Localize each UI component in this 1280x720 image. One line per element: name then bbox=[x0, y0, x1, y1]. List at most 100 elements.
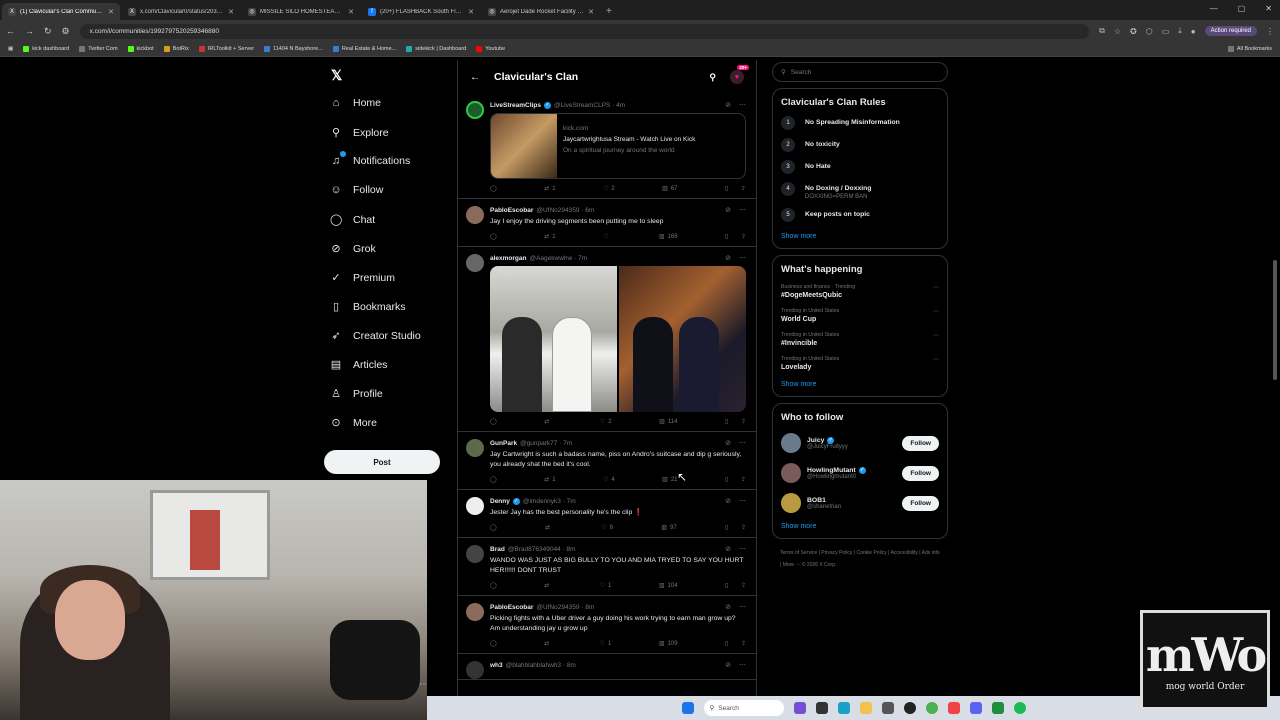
views-count[interactable]: ▥ 104 bbox=[659, 582, 678, 590]
repost-button[interactable]: ⇄ 1 bbox=[544, 476, 555, 484]
task-view-icon[interactable] bbox=[815, 702, 828, 714]
tweet-author[interactable]: alexmorgan bbox=[490, 255, 527, 262]
avatar[interactable] bbox=[781, 493, 801, 513]
reply-icon[interactable]: ◯ bbox=[490, 418, 497, 425]
link-card[interactable]: kick.com Jaycartwrightusa Stream - Watch … bbox=[490, 113, 746, 179]
share-icon[interactable]: ⇪ bbox=[741, 185, 746, 192]
repost-button[interactable]: ⇄ bbox=[545, 524, 553, 531]
close-icon[interactable]: ✕ bbox=[468, 8, 474, 16]
share-icon[interactable]: ⇪ bbox=[741, 418, 746, 425]
views-count[interactable]: ▥ 114 bbox=[659, 418, 677, 426]
rule-item[interactable]: 1 No Spreading Misinformation bbox=[781, 116, 939, 130]
repost-button[interactable]: ⇄ bbox=[544, 640, 552, 647]
nav-premium[interactable]: ✓ Premium bbox=[330, 271, 395, 285]
like-button[interactable]: ♡ 1 bbox=[600, 582, 612, 590]
grok-icon[interactable]: ⊘ bbox=[725, 101, 731, 109]
extension-icon[interactable]: ✪ bbox=[1130, 27, 1137, 36]
repost-button[interactable]: ⇄ 1 bbox=[544, 185, 555, 193]
tweet[interactable]: wh3 @blahblahblahwh3 · 8m ⊘ ⋯ bbox=[458, 654, 756, 680]
apps-icon[interactable]: ▦ bbox=[8, 46, 13, 52]
tweet-author[interactable]: wh3 bbox=[490, 662, 503, 669]
profile-icon[interactable]: ● bbox=[1191, 27, 1196, 36]
tweet-author[interactable]: PabloEscobar bbox=[490, 207, 533, 214]
back-icon[interactable]: ← bbox=[6, 26, 15, 36]
repost-button[interactable]: ⇄ bbox=[544, 582, 552, 589]
reload-icon[interactable]: ↻ bbox=[44, 26, 52, 37]
more-icon[interactable]: ⋯ bbox=[739, 497, 746, 505]
download-icon[interactable]: ⤓ bbox=[1178, 26, 1182, 36]
chrome-icon[interactable] bbox=[925, 702, 938, 714]
repost-button[interactable]: ⇄ bbox=[544, 418, 552, 425]
widgets-icon[interactable] bbox=[793, 702, 806, 714]
tweet[interactable]: alexmorgan @Aagekwwhw · 7m ⊘ ⋯ ◯ ⇄ ♡ 2 ▥ 11… bbox=[458, 247, 756, 432]
like-button[interactable]: ♡ 2 bbox=[603, 185, 615, 193]
share-icon[interactable]: ⇪ bbox=[741, 640, 746, 647]
reply-icon[interactable]: ◯ bbox=[490, 476, 497, 483]
views-count[interactable]: ▥ 21 bbox=[662, 476, 677, 484]
more-dots-icon[interactable]: ⋯ bbox=[419, 679, 427, 690]
close-icon[interactable]: ✕ bbox=[228, 8, 234, 16]
footer-links[interactable]: Terms of Service | Privacy Policy | Cook… bbox=[772, 547, 948, 571]
repost-button[interactable]: ⇄ 1 bbox=[544, 233, 555, 241]
bookmark-icon[interactable]: ▯ bbox=[725, 524, 728, 531]
rule-item[interactable]: 2 No toxicity bbox=[781, 138, 939, 152]
menu-icon[interactable]: ⋮ bbox=[1266, 27, 1274, 36]
more-icon[interactable]: ⋯ bbox=[933, 356, 939, 371]
avatar[interactable] bbox=[781, 433, 801, 453]
x-logo-icon[interactable]: 𝕏 bbox=[331, 67, 342, 84]
browser-tab[interactable]: Xx.com/Clavicular0/status/20391... ✕ bbox=[122, 3, 240, 20]
nav-articles[interactable]: ▤ Articles bbox=[330, 358, 388, 372]
share-icon[interactable]: ⇪ bbox=[741, 524, 746, 531]
more-icon[interactable]: ⋯ bbox=[933, 284, 939, 299]
nav-home[interactable]: ⌂ Home bbox=[330, 97, 381, 109]
search-icon[interactable]: ⚲ bbox=[709, 72, 716, 83]
bookmark-icon[interactable]: ▯ bbox=[725, 233, 728, 240]
browser-tab[interactable]: ◎MISSILE SILO HOMESTEAD - G...✕ bbox=[242, 3, 360, 20]
bookmark-icon[interactable]: ▯ bbox=[725, 185, 728, 192]
avatar[interactable] bbox=[466, 603, 484, 621]
rule-item[interactable]: 3 No Hate bbox=[781, 160, 939, 174]
avatar[interactable] bbox=[781, 463, 801, 483]
rule-item[interactable]: 5 Keep posts on topic bbox=[781, 208, 939, 222]
tweet-author[interactable]: PabloEscobar bbox=[490, 604, 533, 611]
avatar[interactable] bbox=[466, 254, 484, 272]
nav-creator-studio[interactable]: ➶ Creator Studio bbox=[330, 329, 420, 343]
show-more-link[interactable]: Show more bbox=[781, 523, 939, 530]
bookmark-item[interactable]: Youtube bbox=[476, 46, 505, 52]
bookmark-item[interactable]: Twitter Com bbox=[79, 46, 118, 52]
star-icon[interactable]: ☆ bbox=[1114, 27, 1121, 36]
bookmark-item[interactable]: BotRix bbox=[163, 46, 189, 52]
share-icon[interactable]: ⇪ bbox=[741, 476, 746, 483]
bookmark-icon[interactable]: ▯ bbox=[725, 640, 728, 647]
more-icon[interactable]: ⋯ bbox=[739, 545, 746, 553]
forward-icon[interactable]: → bbox=[25, 26, 34, 36]
nav-explore[interactable]: ⚲ Explore bbox=[330, 126, 389, 140]
app-icon[interactable] bbox=[947, 702, 960, 714]
more-icon[interactable]: ⋯ bbox=[739, 254, 746, 262]
browser-tab[interactable]: X (1) Clavicular's Clan Community ✕ bbox=[2, 3, 120, 20]
minimize-icon[interactable]: — bbox=[1210, 4, 1218, 13]
share-icon[interactable]: ⇪ bbox=[741, 233, 746, 240]
nav-chat[interactable]: ◯ Chat bbox=[330, 213, 375, 227]
grok-icon[interactable]: ⊘ bbox=[725, 439, 731, 447]
views-count[interactable]: ▥ 97 bbox=[661, 524, 676, 532]
address-bar[interactable]: x.com/i/communities/1992797520259346880 bbox=[79, 23, 1090, 39]
avatar[interactable] bbox=[466, 206, 484, 224]
nav-bookmarks[interactable]: ▯ Bookmarks bbox=[330, 300, 406, 314]
photo[interactable] bbox=[490, 266, 617, 412]
trend-item[interactable]: Trending in United States #Invincible ⋯ bbox=[781, 332, 939, 347]
bookmark-item[interactable]: sidekick | Dashboard bbox=[406, 46, 466, 52]
views-count[interactable]: ▥ 67 bbox=[662, 185, 677, 193]
like-button[interactable]: ♡ 2 bbox=[600, 418, 612, 426]
post-button[interactable]: Post bbox=[324, 450, 440, 474]
reply-icon[interactable]: ◯ bbox=[490, 640, 497, 647]
trend-item[interactable]: Trending in United States World Cup ⋯ bbox=[781, 308, 939, 323]
bookmark-item[interactable]: IRLToolkit + Server bbox=[198, 46, 254, 52]
like-button[interactable]: ♡ 6 bbox=[601, 524, 613, 532]
avatar[interactable] bbox=[466, 545, 484, 563]
reply-icon[interactable]: ◯ bbox=[490, 582, 497, 589]
new-tab-button[interactable]: + bbox=[606, 6, 612, 17]
close-icon[interactable]: ✕ bbox=[108, 8, 114, 16]
tweet-author[interactable]: GunPark bbox=[490, 440, 517, 447]
all-bookmarks[interactable]: All Bookmarks bbox=[1227, 46, 1272, 52]
